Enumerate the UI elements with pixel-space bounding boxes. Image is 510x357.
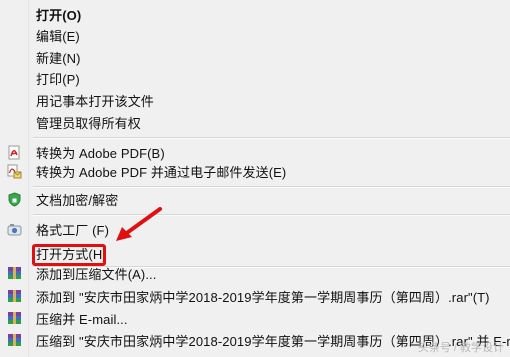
watermark: 头条号 / 教学设计 [417, 342, 504, 354]
menu-item-encrypt-decrypt[interactable]: 文档加密/解密 [0, 189, 510, 210]
menu-item-print[interactable]: 打印(P) [0, 68, 510, 89]
menu-item-convert-to-pdf[interactable]: 转换为 Adobe PDF(B) [0, 142, 510, 163]
menu-item-label: 添加到压缩文件(A)... [36, 267, 157, 282]
context-menu: 打开(O) 编辑(E) 新建(N) 打印(P) 用记事本打开该文件 管理员取得所… [0, 0, 510, 357]
annotation-highlight-box [32, 244, 106, 266]
menu-separator [33, 214, 510, 216]
winrar-icon [7, 311, 22, 326]
shield-icon [7, 192, 22, 207]
menu-item-format-factory[interactable]: 格式工厂 (F) [0, 219, 510, 240]
menu-item-convert-to-pdf-email[interactable]: 转换为 Adobe PDF 并通过电子邮件发送(E) [0, 161, 510, 182]
winrar-icon [7, 333, 22, 348]
menu-item-label: 转换为 Adobe PDF(B) [36, 146, 165, 161]
menu-item-label: 转换为 Adobe PDF 并通过电子邮件发送(E) [36, 165, 287, 180]
menu-item-label: 打开(O) [36, 8, 82, 23]
pdf-icon [7, 145, 22, 160]
winrar-icon [7, 289, 22, 304]
menu-item-label: 编辑(E) [36, 29, 80, 44]
winrar-icon [7, 266, 22, 281]
menu-item-label: 压缩并 E-mail... [36, 312, 128, 327]
menu-item-open[interactable]: 打开(O) [0, 4, 510, 25]
menu-item-take-ownership[interactable]: 管理员取得所有权 [0, 112, 510, 133]
menu-separator [33, 186, 510, 188]
menu-item-label: 用记事本打开该文件 [36, 94, 154, 109]
menu-item-label: 新建(N) [36, 51, 81, 66]
pdf-email-icon [7, 164, 22, 179]
format-factory-icon [7, 222, 22, 237]
menu-item-label: 添加到 "安庆市田家炳中学2018-2019学年度第一学期周事历（第四周）.ra… [36, 290, 490, 305]
menu-item-label: 管理员取得所有权 [36, 116, 141, 131]
menu-item-label: 格式工厂 (F) [36, 223, 110, 238]
menu-item-edit[interactable]: 编辑(E) [0, 25, 510, 46]
menu-item-add-to-rar[interactable]: 添加到 "安庆市田家炳中学2018-2019学年度第一学期周事历（第四周）.ra… [0, 286, 510, 307]
menu-separator [33, 137, 510, 139]
menu-item-label: 打印(P) [36, 72, 80, 87]
menu-item-new[interactable]: 新建(N) [0, 47, 510, 68]
annotation-arrow-icon [116, 207, 162, 241]
menu-item-label: 文档加密/解密 [36, 193, 119, 208]
menu-item-compress-email[interactable]: 压缩并 E-mail... [0, 308, 510, 329]
menu-item-open-with-notepad[interactable]: 用记事本打开该文件 [0, 90, 510, 111]
menu-item-add-to-archive[interactable]: 添加到压缩文件(A)... [0, 263, 510, 284]
